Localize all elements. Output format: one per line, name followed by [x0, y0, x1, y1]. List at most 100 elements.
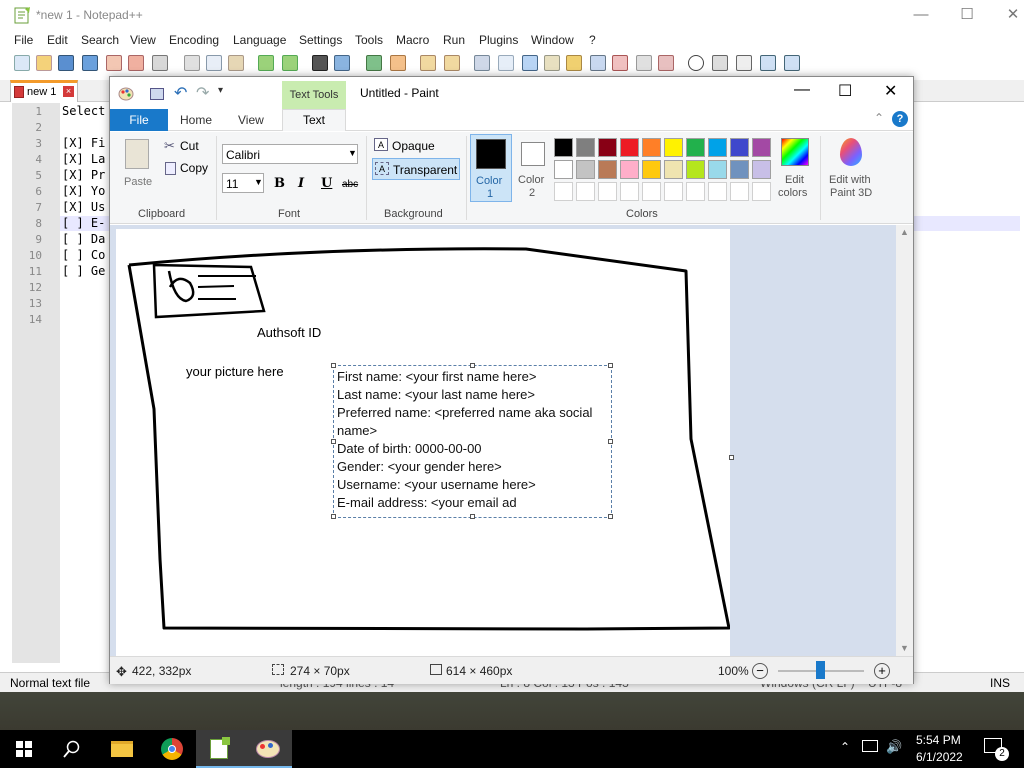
tab-view[interactable]: View	[238, 113, 264, 127]
maximize-button[interactable]: ☐	[838, 81, 852, 101]
paste-button[interactable]: Paste	[118, 136, 156, 194]
close-file-icon[interactable]	[106, 55, 122, 71]
collapse-ribbon-icon[interactable]: ⌃	[874, 111, 884, 125]
edit-colors-button[interactable]: Edit colors	[774, 134, 816, 202]
code-line[interactable]: [ ] Da	[62, 232, 105, 246]
palette-color-swatch[interactable]	[686, 138, 705, 157]
palette-color-swatch[interactable]	[576, 138, 595, 157]
menu-file[interactable]: File	[14, 33, 33, 47]
canvas-resize-handle[interactable]	[729, 455, 734, 460]
doc-list-icon[interactable]	[590, 55, 606, 71]
notepadpp-taskbar-button[interactable]	[196, 730, 244, 768]
code-line[interactable]: [ ] Co	[62, 248, 105, 262]
menu-help[interactable]: ?	[589, 33, 596, 47]
menu-search[interactable]: Search	[81, 33, 119, 47]
palette-color-swatch[interactable]	[642, 138, 661, 157]
palette-color-swatch[interactable]	[642, 160, 661, 179]
palette-color-swatch[interactable]	[598, 182, 617, 201]
palette-color-swatch[interactable]	[620, 182, 639, 201]
palette-color-swatch[interactable]	[664, 138, 683, 157]
chrome-button[interactable]	[148, 730, 196, 768]
maximize-button[interactable]: ☐	[944, 0, 990, 30]
search-button[interactable]	[48, 730, 96, 768]
close-all-icon[interactable]	[128, 55, 144, 71]
tab-text[interactable]: Text	[282, 109, 346, 131]
palette-color-swatch[interactable]	[730, 138, 749, 157]
menu-window[interactable]: Window	[531, 33, 574, 47]
print-icon[interactable]	[152, 55, 168, 71]
font-size-select[interactable]: 11 ▼	[222, 173, 264, 193]
menu-macro[interactable]: Macro	[396, 33, 429, 47]
text-box[interactable]: First name: <your first name here> Last …	[331, 363, 613, 519]
edit-with-paint3d-button[interactable]: Edit with Paint 3D	[824, 134, 880, 202]
palette-color-swatch[interactable]	[708, 182, 727, 201]
palette-color-swatch[interactable]	[730, 182, 749, 201]
cut-icon[interactable]	[184, 55, 200, 71]
stop-macro-icon[interactable]	[712, 55, 728, 71]
scroll-up-icon[interactable]: ▲	[900, 227, 909, 237]
zoom-in-icon[interactable]	[366, 55, 382, 71]
save-all-icon[interactable]	[82, 55, 98, 71]
close-button[interactable]: ✕	[990, 0, 1024, 30]
word-wrap-icon[interactable]	[474, 55, 490, 71]
zoom-out-icon[interactable]	[390, 55, 406, 71]
code-line[interactable]: [ ] Ge	[62, 264, 105, 278]
new-file-icon[interactable]	[14, 55, 30, 71]
palette-color-swatch[interactable]	[752, 160, 771, 179]
paint-titlebar[interactable]: ↶ ↷ ▾ Untitled - Paint — ☐ ✕	[110, 77, 913, 109]
font-family-select[interactable]: Calibri ▼	[222, 144, 358, 164]
tab-close-icon[interactable]: ×	[63, 86, 74, 97]
resize-handle[interactable]	[608, 439, 613, 444]
menu-language[interactable]: Language	[233, 33, 286, 47]
play-macro-icon[interactable]	[736, 55, 752, 71]
scroll-down-icon[interactable]: ▼	[900, 643, 909, 653]
palette-color-swatch[interactable]	[620, 160, 639, 179]
indent-guide-icon[interactable]	[522, 55, 538, 71]
menu-view[interactable]: View	[130, 33, 156, 47]
resize-handle[interactable]	[470, 514, 475, 519]
zoom-out-icon[interactable]: −	[752, 663, 768, 679]
code-line[interactable]: [X] La	[62, 152, 105, 166]
menu-plugins[interactable]: Plugins	[479, 33, 518, 47]
palette-color-swatch[interactable]	[686, 160, 705, 179]
help-icon[interactable]: ?	[892, 111, 908, 127]
palette-color-swatch[interactable]	[708, 138, 727, 157]
code-line[interactable]: [X] Us	[62, 200, 105, 214]
menu-run[interactable]: Run	[443, 33, 465, 47]
code-line[interactable]: Select	[62, 104, 105, 118]
palette-color-swatch[interactable]	[752, 182, 771, 201]
zoom-in-icon[interactable]: +	[874, 663, 890, 679]
palette-color-swatch[interactable]	[598, 160, 617, 179]
palette-color-swatch[interactable]	[752, 138, 771, 157]
color2-button[interactable]: Color 2	[514, 134, 554, 202]
tab-new-1[interactable]: new 1 ×	[10, 80, 78, 102]
sync-horizontal-icon[interactable]	[444, 55, 460, 71]
code-line[interactable]: [X] Yo	[62, 184, 105, 198]
clock-date[interactable]: 6/1/2022	[916, 750, 963, 764]
palette-color-swatch[interactable]	[554, 182, 573, 201]
code-line[interactable]: [ ] E-	[62, 216, 105, 230]
doc-map-icon[interactable]	[544, 55, 560, 71]
notepadpp-titlebar[interactable]: *new 1 - Notepad++ — ☐ ✕	[0, 0, 1024, 30]
close-button[interactable]: ✕	[884, 81, 897, 101]
transparent-button[interactable]: A Transparent	[372, 158, 460, 180]
monitoring-icon[interactable]	[658, 55, 674, 71]
drawing-canvas[interactable]: Authsoft ID your picture here First name…	[116, 229, 730, 659]
resize-handle[interactable]	[331, 363, 336, 368]
resize-handle[interactable]	[331, 439, 336, 444]
network-icon[interactable]	[862, 740, 878, 752]
function-list-icon[interactable]	[612, 55, 628, 71]
redo-icon[interactable]: ↷	[196, 83, 209, 103]
udl-icon[interactable]	[566, 55, 582, 71]
palette-color-swatch[interactable]	[642, 182, 661, 201]
folder-workspace-icon[interactable]	[636, 55, 652, 71]
run-macro-multiple-icon[interactable]	[760, 55, 776, 71]
paste-icon[interactable]	[228, 55, 244, 71]
save-icon[interactable]	[58, 55, 74, 71]
palette-color-swatch[interactable]	[664, 182, 683, 201]
paint-taskbar-button[interactable]	[244, 730, 292, 768]
undo-icon[interactable]	[258, 55, 274, 71]
palette-color-swatch[interactable]	[576, 182, 595, 201]
palette-color-swatch[interactable]	[554, 160, 573, 179]
save-macro-icon[interactable]	[784, 55, 800, 71]
